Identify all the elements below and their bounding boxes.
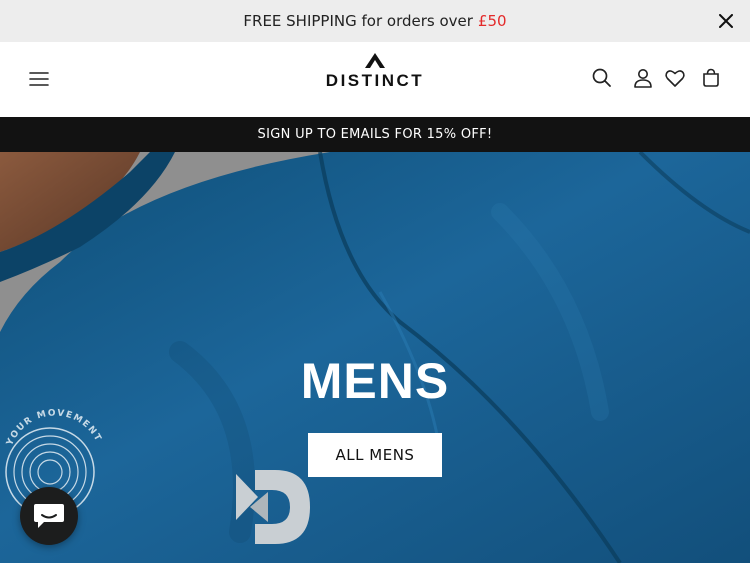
account-icon[interactable] (629, 64, 657, 92)
announcement-price: £50 (477, 12, 507, 30)
hamburger-menu-icon[interactable] (26, 66, 52, 92)
close-icon[interactable] (714, 9, 738, 33)
chat-bubble-icon (34, 504, 64, 528)
chat-launcher-button[interactable] (20, 487, 78, 545)
announcement-text: FREE SHIPPING for orders over (243, 12, 473, 30)
hero-title: MENS (300, 353, 450, 409)
all-mens-button[interactable]: ALL MENS (308, 433, 442, 477)
site-header: DISTINCT (0, 42, 750, 117)
promo-text: SIGN UP TO EMAILS FOR 15% OFF! (257, 127, 493, 142)
distinct-logo[interactable]: DISTINCT (318, 53, 432, 93)
cart-icon[interactable] (697, 64, 725, 92)
announcement-bar: FREE SHIPPING for orders over £50 (0, 0, 750, 42)
email-signup-banner[interactable]: SIGN UP TO EMAILS FOR 15% OFF! (0, 117, 750, 152)
logo-text: DISTINCT (326, 71, 424, 90)
hero-banner: YOUR MOVEMENT MENS ALL MENS (0, 152, 750, 563)
search-icon[interactable] (588, 64, 616, 92)
wishlist-heart-icon[interactable] (661, 64, 689, 92)
